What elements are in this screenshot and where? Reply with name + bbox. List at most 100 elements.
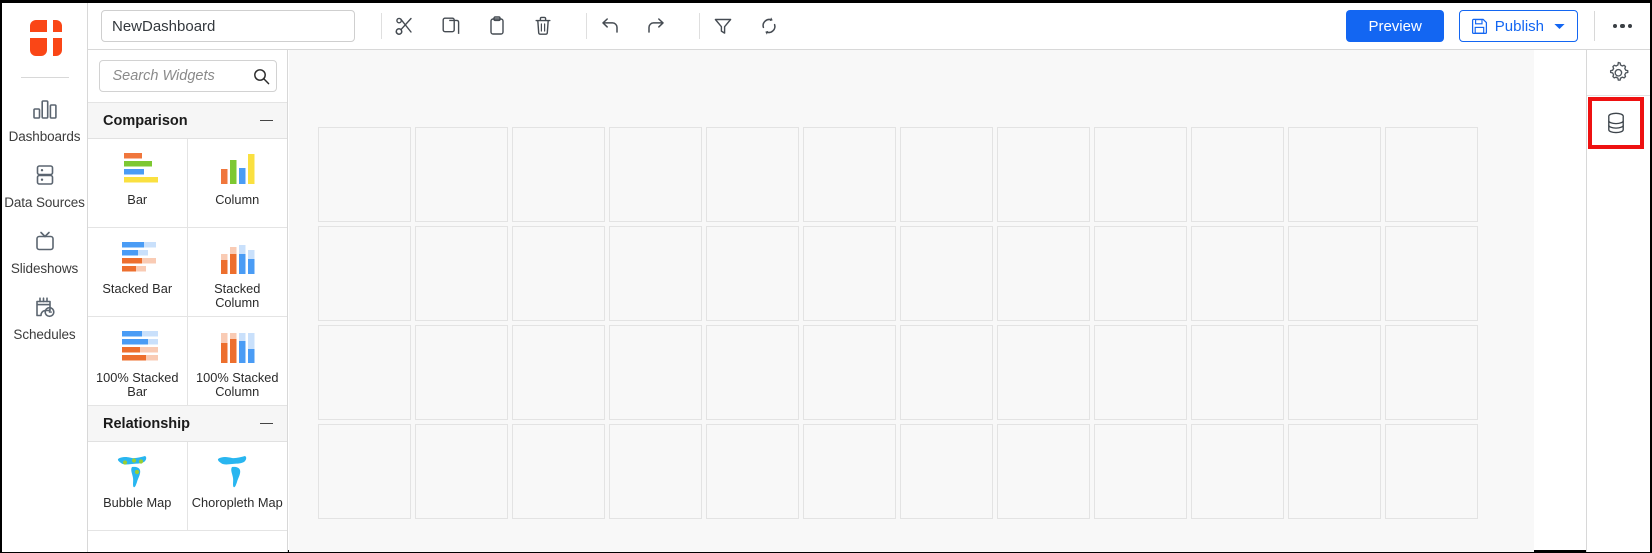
empty-grid-cell[interactable] (609, 424, 702, 519)
more-options-button[interactable] (1595, 3, 1650, 49)
empty-grid-cell[interactable] (512, 424, 605, 519)
widget-item-100-stacked-bar[interactable]: 100% Stacked Bar (88, 317, 188, 406)
copy-button[interactable] (428, 3, 474, 49)
empty-grid-cell[interactable] (997, 127, 1090, 222)
empty-grid-cell[interactable] (1094, 424, 1187, 519)
empty-grid-cell[interactable] (997, 325, 1090, 420)
empty-grid-cell[interactable] (318, 424, 411, 519)
gear-icon (1609, 61, 1629, 81)
kebab-menu-icon (1612, 23, 1618, 29)
empty-grid-cell[interactable] (318, 325, 411, 420)
sidebar-item-slideshows[interactable]: Slideshows (2, 226, 88, 276)
widget-item-stacked-column[interactable]: Stacked Column (187, 228, 287, 317)
empty-grid-cell[interactable] (803, 424, 896, 519)
widget-label: 100% Stacked Column (195, 370, 279, 399)
empty-grid-cell[interactable] (706, 127, 799, 222)
empty-grid-cell[interactable] (318, 226, 411, 321)
empty-grid-cell[interactable] (1385, 127, 1478, 222)
search-icon[interactable] (253, 68, 270, 85)
empty-grid-cell[interactable] (900, 325, 993, 420)
refresh-button[interactable] (746, 3, 792, 49)
empty-grid-cell[interactable] (706, 424, 799, 519)
widget-item-bar[interactable]: Bar (88, 139, 188, 228)
search-input[interactable] (110, 67, 253, 85)
empty-grid-cell[interactable] (1385, 325, 1478, 420)
minus-icon[interactable] (260, 422, 273, 425)
empty-grid-cell[interactable] (1385, 226, 1478, 321)
bar-chart-icon (30, 94, 60, 124)
section-title: Comparison (103, 112, 188, 129)
widget-item-column[interactable]: Column (187, 139, 287, 228)
empty-grid-cell[interactable] (1288, 424, 1381, 519)
empty-grid-cell[interactable] (609, 127, 702, 222)
data-source-panel-button-highlight[interactable] (1588, 97, 1644, 149)
delete-button[interactable] (520, 3, 566, 49)
empty-grid-cell[interactable] (997, 226, 1090, 321)
app-logo-icon (29, 20, 62, 56)
paste-button[interactable] (474, 3, 520, 49)
section-header-relationship[interactable]: Relationship (88, 406, 287, 442)
empty-grid-cell[interactable] (1191, 424, 1284, 519)
toolbar-data-group (700, 3, 792, 49)
empty-grid-cell[interactable] (900, 127, 993, 222)
redo-button[interactable] (633, 3, 679, 49)
widget-label: Column (215, 192, 260, 207)
sidebar-item-data-sources[interactable]: Data Sources (2, 160, 88, 210)
empty-grid-cell[interactable] (512, 226, 605, 321)
empty-grid-cell[interactable] (415, 127, 508, 222)
dashboard-settings-button[interactable] (1587, 50, 1650, 96)
empty-grid-cell[interactable] (1288, 127, 1381, 222)
search-box[interactable] (98, 60, 277, 92)
empty-grid-cell[interactable] (1191, 127, 1284, 222)
empty-grid-cell[interactable] (609, 325, 702, 420)
empty-grid-cell[interactable] (1288, 325, 1381, 420)
empty-grid-cell[interactable] (803, 226, 896, 321)
dashboard-title-input[interactable] (101, 10, 355, 42)
widget-item-choropleth-map[interactable]: Choropleth Map (187, 442, 287, 531)
empty-grid-cell[interactable] (415, 325, 508, 420)
app-logo[interactable] (22, 15, 68, 61)
sidebar-item-schedules[interactable]: Schedules (2, 292, 88, 342)
empty-grid-cell[interactable] (1385, 424, 1478, 519)
empty-grid-cell[interactable] (1094, 127, 1187, 222)
section-header-comparison[interactable]: Comparison (88, 103, 287, 139)
empty-grid-cell[interactable] (318, 127, 411, 222)
minus-icon[interactable] (260, 119, 273, 122)
filter-button[interactable] (700, 3, 746, 49)
chevron-down-icon (1554, 23, 1565, 29)
widget-item-100-stacked-column[interactable]: 100% Stacked Column (187, 317, 287, 406)
dashboard-grid (318, 127, 1478, 519)
empty-grid-cell[interactable] (512, 325, 605, 420)
empty-grid-cell[interactable] (803, 325, 896, 420)
widget-item-stacked-bar[interactable]: Stacked Bar (88, 228, 188, 317)
widget-label: 100% Stacked Bar (95, 370, 179, 399)
empty-grid-cell[interactable] (609, 226, 702, 321)
widget-label: Stacked Bar (102, 281, 173, 296)
empty-grid-cell[interactable] (706, 325, 799, 420)
database-icon (1608, 112, 1624, 134)
widget-search-wrapper (88, 50, 287, 103)
empty-grid-cell[interactable] (706, 226, 799, 321)
empty-grid-cell[interactable] (900, 424, 993, 519)
empty-grid-cell[interactable] (512, 127, 605, 222)
section-title: Relationship (103, 415, 191, 432)
preview-button[interactable]: Preview (1346, 10, 1444, 42)
empty-grid-cell[interactable] (1094, 325, 1187, 420)
widget-item-bubble-map[interactable]: Bubble Map (88, 442, 188, 531)
empty-grid-cell[interactable] (900, 226, 993, 321)
empty-grid-cell[interactable] (997, 424, 1090, 519)
cut-button[interactable] (382, 3, 428, 49)
sidebar-item-dashboards[interactable]: Dashboards (2, 94, 88, 144)
tv-icon (30, 226, 60, 256)
empty-grid-cell[interactable] (1094, 226, 1187, 321)
dashboard-canvas[interactable] (289, 50, 1534, 552)
empty-grid-cell[interactable] (1191, 226, 1284, 321)
undo-button[interactable] (587, 3, 633, 49)
empty-grid-cell[interactable] (1191, 325, 1284, 420)
publish-button[interactable]: Publish (1458, 10, 1578, 42)
empty-grid-cell[interactable] (803, 127, 896, 222)
empty-grid-cell[interactable] (1288, 226, 1381, 321)
empty-grid-cell[interactable] (415, 226, 508, 321)
publish-label: Publish (1494, 17, 1544, 35)
empty-grid-cell[interactable] (415, 424, 508, 519)
